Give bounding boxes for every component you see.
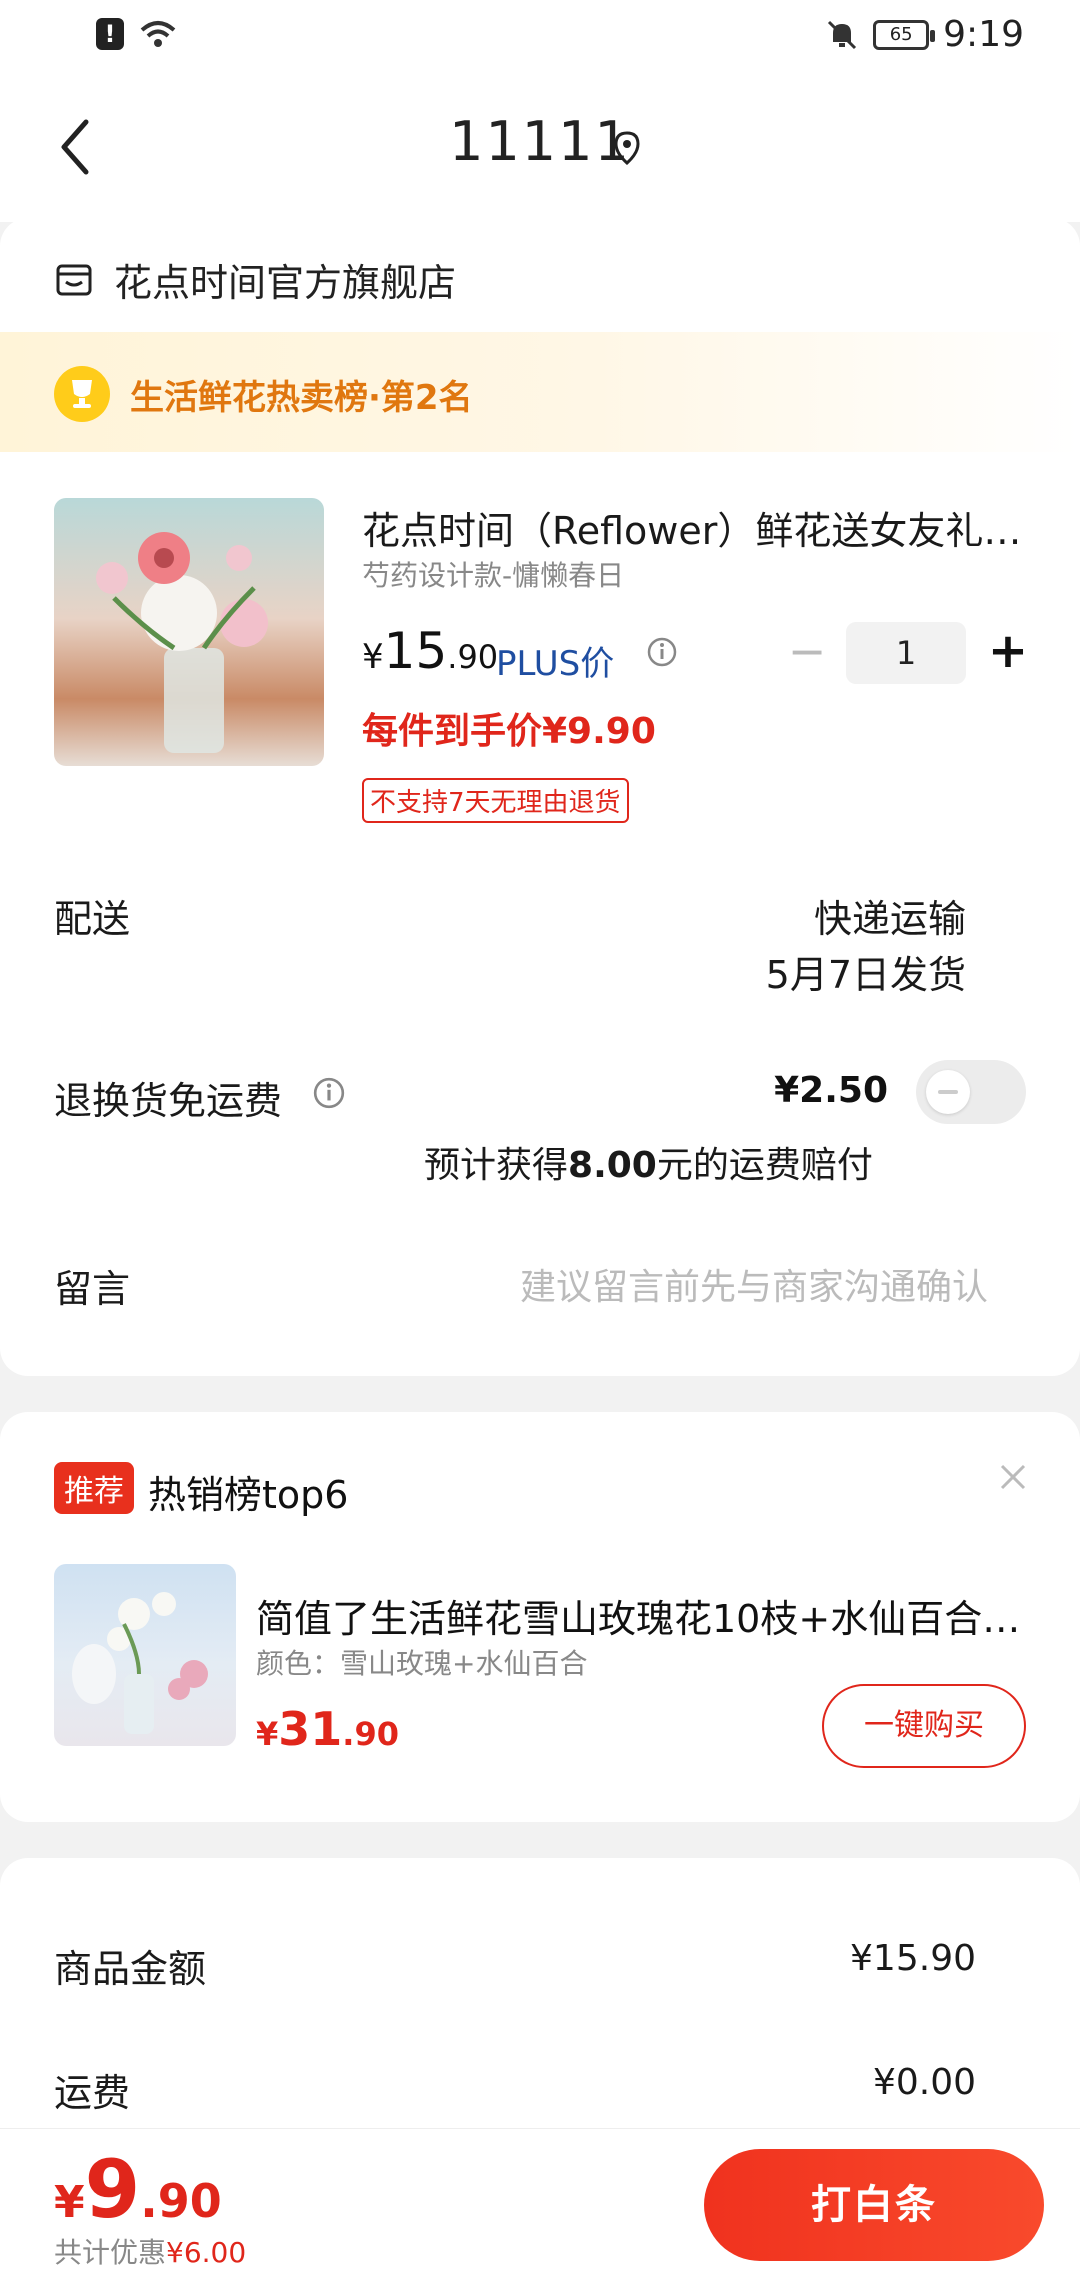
rank-text: 生活鲜花热卖榜·第2名: [130, 378, 473, 418]
product-spec[interactable]: 芍药设计款-慵懒春日: [362, 554, 624, 594]
total-price-integer: 9: [84, 2143, 141, 2236]
decrease-button[interactable]: −: [780, 622, 834, 684]
goods-amount-row: 商品金额 ¥15.90: [54, 1938, 976, 1993]
discount-amount: ¥6.00: [166, 2236, 247, 2269]
total-price: ¥9.90: [54, 2143, 222, 2236]
nav-bar: 11111: [0, 72, 1080, 222]
delivery-date[interactable]: 5月7日发货: [766, 944, 966, 999]
compensation-note: 预计获得8.00元的运费赔付: [424, 1136, 873, 1188]
recommend-card: 推荐 热销榜top6 简值了生活鲜花雪山玫瑰花10枝+水仙百合… 颜色：雪山玫瑰…: [0, 1412, 1080, 1822]
recommend-price: ¥31.90: [256, 1702, 399, 1756]
recommend-item-name[interactable]: 简值了生活鲜花雪山玫瑰花10枝+水仙百合…: [256, 1588, 1026, 1643]
shipping-fee-label: 运费: [54, 2071, 131, 2115]
address-title[interactable]: 11111: [0, 110, 1080, 173]
status-left: !: [96, 18, 178, 50]
recommend-image[interactable]: [54, 1564, 236, 1746]
shop-name: 花点时间官方旗舰店: [114, 261, 457, 305]
compensation-suffix: 元的运费赔付: [656, 1145, 873, 1186]
delivery-label: 配送: [54, 897, 131, 941]
price-symbol: ¥: [362, 637, 384, 677]
return-shipping-toggle[interactable]: [916, 1060, 1026, 1124]
message-input[interactable]: 建议留言前先与商家沟通确认: [520, 1258, 988, 1310]
one-click-buy-button[interactable]: 一键购买: [822, 1684, 1026, 1768]
toggle-knob: [926, 1070, 970, 1114]
no-return-tag: 不支持7天无理由退货: [362, 778, 629, 823]
delivery-method[interactable]: 快递运输: [814, 888, 966, 943]
product-title[interactable]: 花点时间（Reflower）鲜花送女友礼…: [362, 500, 1022, 555]
goods-amount-label: 商品金额: [54, 1947, 207, 1991]
discount-label: 共计优惠: [54, 2236, 167, 2269]
shop-icon: [56, 264, 92, 295]
plus-price-label: PLUS价: [496, 644, 615, 684]
return-info-icon[interactable]: [312, 1076, 346, 1110]
bell-muted-icon: [828, 20, 857, 49]
recommend-badge: 推荐: [54, 1462, 134, 1514]
final-price: 每件到手价¥9.90: [362, 711, 656, 752]
product-image[interactable]: [54, 498, 324, 766]
location-pin-icon[interactable]: [612, 130, 642, 166]
recommend-price-symbol: ¥: [256, 1715, 279, 1753]
compensation-prefix: 预计获得: [424, 1145, 569, 1186]
recommend-price-decimal: .90: [342, 1715, 399, 1753]
status-right: 65 9:19: [825, 14, 1024, 55]
increase-button[interactable]: +: [976, 622, 1040, 684]
status-bar: ! 65 9:19: [0, 0, 1080, 72]
summary-card: 商品金额 ¥15.90 运费 ¥0.00: [0, 1858, 1080, 2158]
wifi-icon: [140, 21, 176, 47]
return-shipping-label: 退换货免运费: [54, 1079, 283, 1123]
shipping-fee-value: ¥0.00: [872, 2062, 976, 2103]
price-integer: 15: [383, 622, 448, 680]
total-price-decimal: .90: [140, 2174, 222, 2228]
order-card: 花点时间官方旗舰店 生活鲜花热卖榜·第2名 花点时间（Reflower）鲜花送女…: [0, 218, 1080, 1376]
recommend-price-integer: 31: [278, 1702, 343, 1756]
info-icon[interactable]: [646, 636, 678, 668]
return-shipping-price: ¥2.50: [774, 1070, 888, 1111]
message-label: 留言: [54, 1267, 131, 1311]
discount-summary[interactable]: 共计优惠¥6.00: [54, 2231, 246, 2271]
status-time: 9:19: [943, 14, 1024, 55]
goods-amount-value: ¥15.90: [850, 1938, 976, 1979]
battery-icon: 65: [873, 19, 936, 50]
trophy-icon: [54, 366, 110, 422]
close-icon[interactable]: [996, 1460, 1030, 1494]
alert-icon: !: [96, 18, 124, 50]
shop-row[interactable]: 花点时间官方旗舰店: [54, 252, 456, 307]
recommend-title: 热销榜top6: [148, 1473, 349, 1517]
recommend-item-spec: 颜色：雪山玫瑰+水仙百合: [256, 1647, 588, 1680]
compensation-amount: 8.00: [568, 1145, 657, 1186]
rank-banner[interactable]: 生活鲜花热卖榜·第2名: [0, 332, 1080, 452]
quantity-stepper: − 1 +: [780, 622, 1040, 684]
product-price: ¥15.90: [362, 622, 498, 680]
quantity-value[interactable]: 1: [846, 622, 966, 684]
price-decimal: .90: [447, 638, 499, 676]
total-price-symbol: ¥: [54, 2177, 85, 2228]
pay-button[interactable]: 打白条: [704, 2149, 1044, 2261]
checkout-bar: ¥9.90 共计优惠¥6.00 打白条: [0, 2128, 1080, 2280]
shipping-fee-row: 运费 ¥0.00: [54, 2062, 976, 2117]
